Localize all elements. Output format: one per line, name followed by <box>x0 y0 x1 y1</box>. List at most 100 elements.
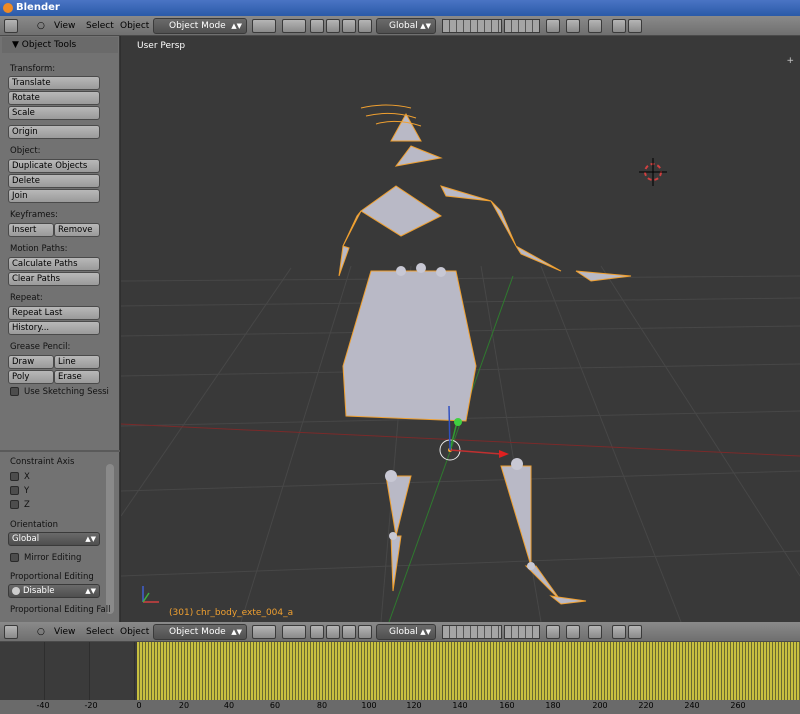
window-titlebar: Blender <box>0 0 800 16</box>
line-button[interactable]: Line <box>54 355 100 369</box>
pivot-point-icon[interactable] <box>282 19 306 33</box>
insert-keyframe-button[interactable]: Insert <box>8 223 54 237</box>
manipulator-z-axis[interactable] <box>448 405 451 451</box>
history-button[interactable]: History... <box>8 321 100 335</box>
join-button[interactable]: Join <box>8 189 100 203</box>
manipulator-toggle-icon[interactable] <box>310 625 324 639</box>
timeline-view-menu[interactable]: View <box>54 625 75 639</box>
layers-grid-2[interactable] <box>504 625 540 639</box>
mirror-editing-checkbox[interactable]: Mirror Editing <box>10 553 81 564</box>
rotate-button[interactable]: Rotate <box>8 91 100 105</box>
snap-element-icon[interactable] <box>588 19 602 33</box>
viewport-shading-icon[interactable] <box>252 19 276 33</box>
object-menu[interactable]: Object <box>120 19 149 33</box>
3d-cursor-icon[interactable] <box>639 158 667 186</box>
timeline-object-menu[interactable]: Object <box>120 625 149 639</box>
use-sketching-label: Use Sketching Sessi <box>24 387 109 397</box>
timeline-mode-dropdown[interactable]: Object Mode ▲▼ <box>153 624 247 640</box>
constraint-z-checkbox[interactable]: Z <box>10 500 30 511</box>
manipulator-x-axis[interactable] <box>449 449 502 455</box>
pivot-point-icon[interactable] <box>282 625 306 639</box>
orientation-select-value: Global <box>12 534 40 544</box>
snap-icon[interactable] <box>566 625 580 639</box>
scale-button[interactable]: Scale <box>8 106 100 120</box>
constraint-x-label: X <box>24 472 30 482</box>
lock-camera-icon[interactable] <box>546 19 560 33</box>
ruler-tick: 160 <box>499 701 515 710</box>
layers-grid-2[interactable] <box>504 19 540 33</box>
render-anim-icon[interactable] <box>628 19 642 33</box>
layers-grid[interactable] <box>442 625 502 639</box>
panel-divider[interactable] <box>0 450 120 452</box>
snap-icon[interactable] <box>566 19 580 33</box>
editor-type-icon[interactable] <box>4 625 18 639</box>
rotate-manipulator-icon[interactable] <box>342 19 356 33</box>
view-axes-icon <box>142 586 159 603</box>
timeline-orientation-dropdown[interactable]: Global ▲▼ <box>376 624 436 640</box>
transform-orientation-dropdown[interactable]: Global ▲▼ <box>376 18 436 34</box>
translate-manipulator-icon[interactable] <box>326 19 340 33</box>
remove-keyframe-button[interactable]: Remove <box>54 223 100 237</box>
object-tools-panel-header[interactable]: ▼ Object Tools <box>2 37 118 53</box>
chevron-down-icon: ▲▼ <box>420 628 431 636</box>
repeat-label: Repeat: <box>10 293 43 303</box>
proportional-editing-value: Disable <box>23 586 55 596</box>
view-menu-circle-icon[interactable]: ○ <box>37 19 45 33</box>
window-title: Blender <box>16 2 60 13</box>
operator-panel-scrollbar[interactable] <box>106 464 114 614</box>
erase-button[interactable]: Erase <box>54 370 100 384</box>
scale-manipulator-icon[interactable] <box>358 625 372 639</box>
hand-bones-right <box>575 270 632 282</box>
constraint-x-checkbox[interactable]: X <box>10 472 30 483</box>
draw-button[interactable]: Draw <box>8 355 54 369</box>
delete-button[interactable]: Delete <box>8 174 100 188</box>
proportional-icon <box>12 587 20 595</box>
repeat-last-button[interactable]: Repeat Last <box>8 306 100 320</box>
rotate-manipulator-icon[interactable] <box>342 625 356 639</box>
constraint-y-label: Y <box>24 486 30 496</box>
3d-viewport[interactable]: User Persp (301) chr_body_exte_004_a + <box>121 36 800 622</box>
chevron-down-icon: ▲▼ <box>231 628 242 636</box>
poly-button[interactable]: Poly <box>8 370 54 384</box>
manipulator-y-handle[interactable] <box>454 418 462 426</box>
editor-type-icon[interactable] <box>4 19 18 33</box>
render-anim-icon[interactable] <box>628 625 642 639</box>
render-icon[interactable] <box>612 625 626 639</box>
timeline-ruler[interactable]: -40 -20 0 20 40 60 80 100 120 140 160 18… <box>0 700 800 714</box>
constraint-y-checkbox[interactable]: Y <box>10 486 29 497</box>
orientation-select[interactable]: Global ▲▼ <box>8 532 100 546</box>
armature[interactable] <box>338 112 587 605</box>
checkbox-box <box>10 472 19 481</box>
view-menu-circle-icon[interactable]: ○ <box>37 625 45 639</box>
ruler-tick: -20 <box>84 701 98 710</box>
layers-grid[interactable] <box>442 19 502 33</box>
ruler-tick: 180 <box>545 701 561 710</box>
proportional-editing-label: Proportional Editing <box>10 572 94 582</box>
region-expand-icon[interactable]: + <box>786 56 794 66</box>
scale-manipulator-icon[interactable] <box>358 19 372 33</box>
lock-camera-icon[interactable] <box>546 625 560 639</box>
snap-element-icon[interactable] <box>588 625 602 639</box>
thigh-right-bone <box>500 465 532 567</box>
manipulator-toggle-icon[interactable] <box>310 19 324 33</box>
ruler-tick: 100 <box>361 701 377 710</box>
object-info-label: (301) chr_body_exte_004_a <box>169 608 294 618</box>
view-menu[interactable]: View <box>54 19 75 33</box>
translate-button[interactable]: Translate <box>8 76 100 90</box>
select-menu[interactable]: Select <box>86 19 114 33</box>
render-icon[interactable] <box>612 19 626 33</box>
clear-paths-button[interactable]: Clear Paths <box>8 272 100 286</box>
duplicate-objects-button[interactable]: Duplicate Objects <box>8 159 100 173</box>
translate-manipulator-icon[interactable] <box>326 625 340 639</box>
chevron-down-icon: ▲▼ <box>85 535 96 543</box>
ruler-tick: 40 <box>223 701 235 710</box>
proportional-editing-select[interactable]: Disable ▲▼ <box>8 584 100 598</box>
mode-dropdown[interactable]: Object Mode ▲▼ <box>153 18 247 34</box>
timeline-select-menu[interactable]: Select <box>86 625 114 639</box>
viewport-shading-icon[interactable] <box>252 625 276 639</box>
manipulator-x-arrow-icon[interactable] <box>499 450 509 458</box>
keyframes-label: Keyframes: <box>10 210 58 220</box>
use-sketching-session-checkbox[interactable]: Use Sketching Sessi <box>10 387 109 398</box>
calculate-paths-button[interactable]: Calculate Paths <box>8 257 100 271</box>
origin-button[interactable]: Origin <box>8 125 100 139</box>
